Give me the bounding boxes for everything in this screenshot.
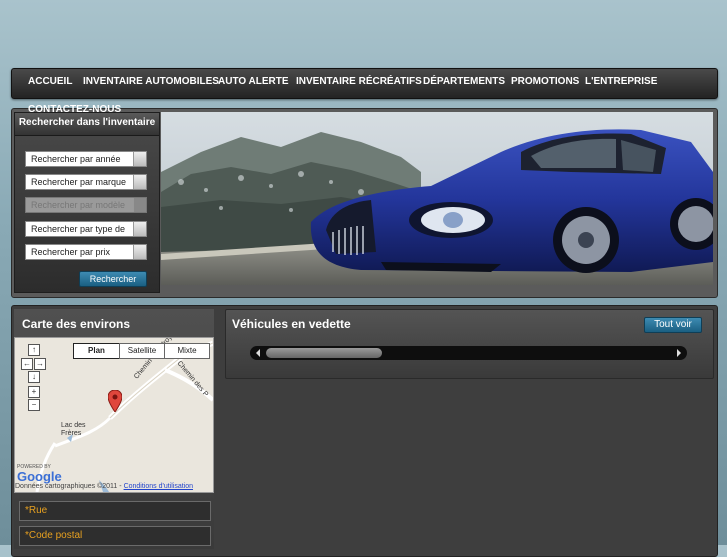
map-type-plan[interactable]: Plan	[73, 343, 120, 359]
search-button[interactable]: Rechercher	[79, 271, 147, 287]
street-field[interactable]: *Rue	[19, 501, 211, 521]
chevron-down-icon	[133, 175, 146, 189]
nav-item-inventaire-recreatifs[interactable]: INVENTAIRE RÉCRÉATIFS	[296, 68, 422, 95]
select-make[interactable]: Rechercher par marque	[25, 174, 147, 190]
scroll-left-icon[interactable]	[256, 349, 260, 357]
pan-down-icon[interactable]: ↓	[28, 371, 40, 383]
scroll-thumb[interactable]	[266, 348, 382, 358]
map-marker-icon[interactable]	[108, 390, 122, 412]
search-panel-title: Rechercher dans l'inventaire	[15, 113, 159, 136]
map-type-satellite[interactable]: Satellite	[119, 343, 165, 359]
select-type[interactable]: Rechercher par type de	[25, 221, 147, 237]
select-year[interactable]: Rechercher par année	[25, 151, 147, 167]
map-lake-label: Lac des	[61, 422, 86, 429]
nav-item-departements[interactable]: DÉPARTEMENTS	[423, 68, 505, 95]
featured-vehicles-title: Véhicules en vedette	[232, 317, 351, 331]
featured-scrollbar[interactable]	[250, 346, 687, 360]
nav-item-promotions[interactable]: PROMOTIONS	[511, 68, 579, 95]
nav-item-auto-alerte[interactable]: AUTO ALERTE	[218, 68, 289, 95]
postal-code-field[interactable]: *Code postal	[19, 526, 211, 546]
nav-item-entreprise[interactable]: L'ENTREPRISE	[585, 68, 657, 95]
nav-item-contactez-nous[interactable]: CONTACTEZ-NOUS	[28, 104, 121, 115]
hero-car-image	[161, 112, 713, 285]
map-attribution: Données cartographiques ©2011 - Conditio…	[15, 482, 213, 492]
pan-left-icon[interactable]: ←	[21, 358, 33, 370]
chevron-down-icon	[133, 198, 146, 212]
pan-up-icon[interactable]: ↑	[28, 344, 40, 356]
scroll-right-icon[interactable]	[677, 349, 681, 357]
see-all-button[interactable]: Tout voir	[644, 317, 702, 333]
select-price[interactable]: Rechercher par prix	[25, 244, 147, 260]
area-map[interactable]: Chemin Godefroy Chemin des P Lac des Frè…	[14, 337, 214, 493]
chevron-down-icon	[133, 152, 146, 166]
select-model: Rechercher par modèle	[25, 197, 147, 213]
nav-item-accueil[interactable]: ACCUEIL	[28, 68, 72, 95]
nav-item-inventaire-automobiles[interactable]: INVENTAIRE AUTOMOBILES	[83, 68, 219, 95]
map-lake-label: Frères	[61, 430, 82, 437]
map-terms-link[interactable]: Conditions d'utilisation	[124, 483, 193, 490]
chevron-down-icon	[133, 222, 146, 236]
zoom-in-icon[interactable]: +	[28, 386, 40, 398]
map-data-credit: Données cartographiques ©2011	[15, 483, 118, 490]
street-label: *Rue	[25, 505, 48, 516]
chevron-down-icon	[133, 245, 146, 259]
postal-code-label: *Code postal	[25, 530, 83, 541]
map-type-mixte[interactable]: Mixte	[164, 343, 210, 359]
pan-right-icon[interactable]: →	[34, 358, 46, 370]
zoom-out-icon[interactable]: −	[28, 399, 40, 411]
inventory-search-panel: Rechercher dans l'inventaire Rechercher …	[14, 112, 160, 293]
map-section-title: Carte des environs	[22, 317, 131, 331]
